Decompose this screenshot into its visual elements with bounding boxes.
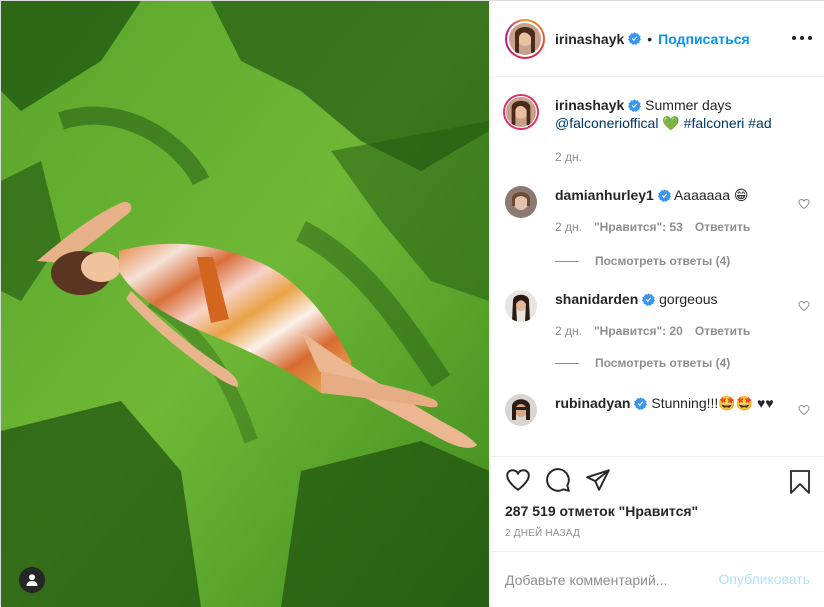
user-tag-icon[interactable] <box>19 567 45 593</box>
comment-like-heart-icon[interactable] <box>798 198 810 210</box>
comment-text: Stunning!!!🤩🤩 ♥♥ <box>651 395 774 411</box>
post-dialog: irinashayk • Подписаться irinashayk Summ… <box>0 0 824 607</box>
reply-button[interactable]: Ответить <box>695 220 750 234</box>
commenter-avatar[interactable] <box>505 186 537 218</box>
comment-icon[interactable] <box>545 467 573 495</box>
commenter-avatar[interactable] <box>505 290 537 322</box>
reply-button[interactable]: Ответить <box>695 324 750 338</box>
comment-time[interactable]: 2 дн. <box>555 220 582 234</box>
comment-item: shanidarden gorgeous 2 дн. "Нравится": 20… <box>505 290 810 390</box>
add-comment-bar: Опубликовать <box>491 551 824 607</box>
caption-avatar[interactable] <box>503 94 539 130</box>
verified-badge-icon <box>628 32 642 45</box>
comment-like-heart-icon[interactable] <box>798 300 810 312</box>
view-replies-label: Посмотреть ответы (4) <box>595 254 731 268</box>
post-photo[interactable] <box>1 1 489 607</box>
post-date[interactable]: 2 ДНЕЙ НАЗАД <box>505 528 580 539</box>
comment-meta: 2 дн. "Нравится": 20 Ответить <box>555 324 762 338</box>
author-avatar[interactable] <box>505 18 545 59</box>
commenter-username[interactable]: rubinadyan <box>555 395 630 411</box>
action-icons <box>505 467 625 495</box>
commenter-username[interactable]: damianhurley1 <box>555 187 654 203</box>
comment-body: rubinadyan Stunning!!!🤩🤩 ♥♥ <box>555 394 790 412</box>
paper-plane-icon[interactable] <box>585 467 613 495</box>
view-replies-button[interactable]: Посмотреть ответы (4) <box>555 254 730 268</box>
separator-dot: • <box>647 30 653 47</box>
likes-count[interactable]: 287 519 отметок "Нравится" <box>505 503 698 519</box>
author-username[interactable]: irinashayk <box>555 31 624 47</box>
caption-body: irinashayk Summer days @falconerioffical… <box>555 96 790 132</box>
comment-likes-count[interactable]: "Нравится": 53 <box>594 220 683 234</box>
caption-username[interactable]: irinashayk <box>555 97 624 113</box>
green-heart-emoji: 💚 <box>662 115 680 131</box>
caption-text: Summer days <box>645 97 732 113</box>
caption-mention[interactable]: @falconerioffical <box>555 115 658 131</box>
commenter-username[interactable]: shanidarden <box>555 291 638 307</box>
bookmark-icon[interactable] <box>788 469 812 495</box>
caption-time[interactable]: 2 дн. <box>555 150 582 164</box>
view-replies-label: Посмотреть ответы (4) <box>595 356 731 370</box>
photo-grass-scene <box>1 1 489 607</box>
post-side-panel: irinashayk • Подписаться irinashayk Summ… <box>490 1 824 607</box>
verified-badge-icon <box>628 99 642 112</box>
comment-input[interactable] <box>505 569 705 591</box>
more-options-icon[interactable] <box>792 31 812 45</box>
follow-button[interactable]: Подписаться <box>658 31 750 47</box>
comment-body: damianhurley1 Aaaaaaa 😁 <box>555 186 790 204</box>
verified-badge-icon <box>642 293 656 306</box>
verified-badge-icon <box>634 397 648 410</box>
caption-hashtags[interactable]: #falconeri #ad <box>684 115 772 131</box>
comment-text: gorgeous <box>659 291 718 307</box>
comment-like-heart-icon[interactable] <box>798 404 810 416</box>
post-header: irinashayk • Подписаться <box>491 1 824 77</box>
verified-badge-icon <box>657 189 671 202</box>
post-actions: 287 519 отметок "Нравится" 2 ДНЕЙ НАЗАД <box>491 456 824 556</box>
comment-item: rubinadyan Stunning!!!🤩🤩 ♥♥ <box>505 394 810 455</box>
comment-text: Aaaaaaa 😁 <box>673 187 749 203</box>
comment-body: shanidarden gorgeous <box>555 290 790 308</box>
caption: irinashayk Summer days @falconerioffical… <box>503 94 810 166</box>
comment-item: damianhurley1 Aaaaaaa 😁 2 дн. "Нравится":… <box>505 186 810 286</box>
view-replies-button[interactable]: Посмотреть ответы (4) <box>555 356 730 370</box>
publish-button[interactable]: Опубликовать <box>718 571 810 587</box>
comment-time[interactable]: 2 дн. <box>555 324 582 338</box>
comment-likes-count[interactable]: "Нравится": 20 <box>594 324 683 338</box>
commenter-avatar[interactable] <box>505 394 537 426</box>
comments-list[interactable]: irinashayk Summer days @falconerioffical… <box>491 78 824 455</box>
comment-meta: 2 дн. "Нравится": 53 Ответить <box>555 220 762 234</box>
heart-icon[interactable] <box>505 467 533 495</box>
caption-meta: 2 дн. <box>555 150 594 164</box>
